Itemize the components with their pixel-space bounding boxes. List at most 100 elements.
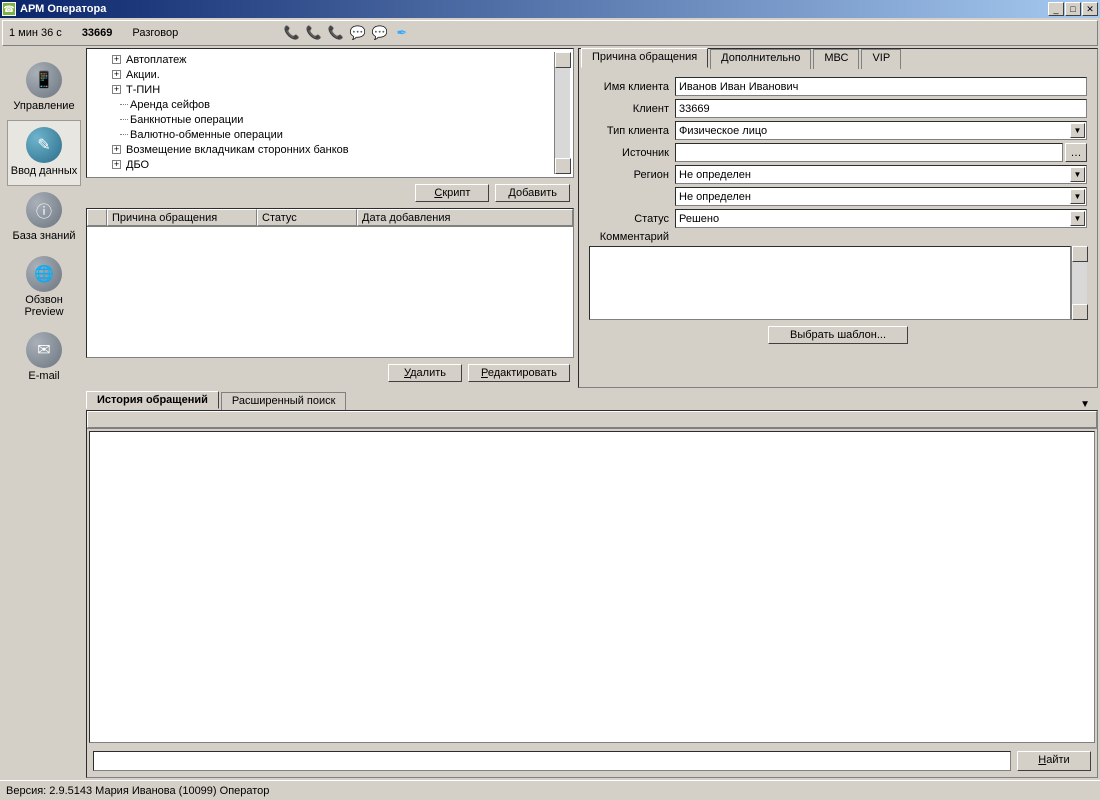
tree-leaf[interactable]: Аренда сейфов	[90, 97, 554, 112]
expand-icon[interactable]: +	[112, 145, 121, 154]
checkbox-column[interactable]	[87, 209, 107, 226]
sidebar-item-label: Управление	[13, 100, 74, 112]
tab-reason[interactable]: Причина обращения	[581, 48, 708, 68]
date-column[interactable]: Дата добавления	[357, 209, 573, 226]
details-panel: Причина обращения Дополнительно МВС VIP …	[578, 48, 1098, 388]
status-text: Версия: 2.9.5143 Мария Иванова (10099) О…	[6, 785, 269, 797]
tree-node[interactable]: +Возмещение вкладчикам сторонних банков	[90, 142, 554, 157]
window-controls: _ □ ✕	[1048, 2, 1098, 16]
tab-vip[interactable]: VIP	[861, 49, 901, 69]
topic-tree: +Автоплатеж +Акции. +Т-ПИН Аренда сейфов…	[86, 48, 574, 178]
delete-button[interactable]: Удалить	[388, 364, 462, 382]
status-bar: Версия: 2.9.5143 Мария Иванова (10099) О…	[0, 780, 1100, 800]
edit-button[interactable]: Редактировать	[468, 364, 570, 382]
client-label: Клиент	[589, 103, 675, 115]
expand-toggle-icon[interactable]: ▼	[1080, 399, 1090, 410]
region-select[interactable]: Не определен▼	[675, 165, 1087, 184]
history-table-header[interactable]	[87, 411, 1097, 429]
history-tabs: История обращений Расширенный поиск ▼	[86, 392, 1098, 410]
info-icon: ⓘ	[26, 192, 62, 228]
tab-advanced-search[interactable]: Расширенный поиск	[221, 392, 347, 410]
tree-node[interactable]: +Т-ПИН	[90, 82, 554, 97]
name-label: Имя клиента	[589, 81, 675, 93]
status-label: Статус	[589, 213, 675, 225]
tree-node[interactable]: +ДБО	[90, 157, 554, 172]
sidebar-item-knowledge-base[interactable]: ⓘ База знаний	[7, 186, 81, 250]
chat-gray-icon[interactable]: 💬	[371, 24, 389, 42]
source-input[interactable]	[675, 143, 1063, 162]
tab-mvs[interactable]: МВС	[813, 49, 859, 69]
sidebar-item-preview-dial[interactable]: 🌐 Обзвон Preview	[7, 250, 81, 326]
phone-red-icon[interactable]: 📞	[305, 24, 323, 42]
call-timer: 1 мин 36 с	[9, 27, 62, 39]
details-tabs: Причина обращения Дополнительно МВС VIP	[581, 49, 1095, 69]
history-search-input[interactable]	[93, 751, 1011, 771]
type-select[interactable]: Физическое лицо▼	[675, 121, 1087, 140]
feather-icon[interactable]: ✒	[393, 24, 411, 42]
comment-textarea[interactable]	[589, 246, 1071, 320]
choose-template-button[interactable]: Выбрать шаблон...	[768, 326, 908, 344]
history-results-area[interactable]	[89, 431, 1095, 743]
status-column[interactable]: Статус	[257, 209, 357, 226]
tree-scrollbar[interactable]	[554, 52, 570, 174]
sidebar-item-data-entry[interactable]: ✎ Ввод данных	[7, 120, 81, 186]
tree-node[interactable]: +Акции.	[90, 67, 554, 82]
tab-history[interactable]: История обращений	[86, 391, 219, 409]
type-label: Тип клиента	[589, 125, 675, 137]
reason-form: Имя клиента Клиент Тип клиентаФизическое…	[581, 69, 1095, 385]
source-browse-button[interactable]: …	[1065, 143, 1087, 162]
minimize-button[interactable]: _	[1048, 2, 1064, 16]
envelope-icon: ✉	[26, 332, 62, 368]
globe-icon: 🌐	[26, 256, 62, 292]
chevron-down-icon: ▼	[1070, 211, 1085, 226]
history-body: Найти	[86, 410, 1098, 778]
status-select[interactable]: Решено▼	[675, 209, 1087, 228]
reasons-table-header: Причина обращения Статус Дата добавления	[87, 209, 573, 227]
expand-icon[interactable]: +	[112, 85, 121, 94]
sidebar-item-label: E-mail	[28, 370, 59, 382]
expand-icon[interactable]: +	[112, 70, 121, 79]
history-section: История обращений Расширенный поиск ▼ На…	[86, 392, 1098, 778]
sidebar-item-label: Обзвон Preview	[7, 294, 81, 318]
tab-additional[interactable]: Дополнительно	[710, 49, 811, 69]
window-title: АРМ Оператора	[20, 3, 1048, 15]
sidebar-item-management[interactable]: 📱 Управление	[7, 56, 81, 120]
sidebar: 📱 Управление ✎ Ввод данных ⓘ База знаний…	[2, 48, 86, 778]
chevron-down-icon: ▼	[1070, 167, 1085, 182]
sidebar-item-email[interactable]: ✉ E-mail	[7, 326, 81, 390]
sidebar-item-label: База знаний	[12, 230, 75, 242]
maximize-button[interactable]: □	[1065, 2, 1081, 16]
phone-device-icon: 📱	[26, 62, 62, 98]
comment-scrollbar[interactable]	[1071, 246, 1087, 320]
expand-icon[interactable]: +	[112, 160, 121, 169]
tree-node[interactable]: +Автоплатеж	[90, 52, 554, 67]
region2-select[interactable]: Не определен▼	[675, 187, 1087, 206]
app-icon: ☎	[2, 2, 16, 16]
script-button[interactable]: Скрипт	[415, 184, 489, 202]
call-id: 33669	[82, 27, 113, 39]
phone-gray-icon[interactable]: 📞	[283, 24, 301, 42]
phone-orange-icon[interactable]: 📞	[327, 24, 345, 42]
history-column[interactable]	[87, 411, 1097, 428]
name-input[interactable]	[675, 77, 1087, 96]
main-area: +Автоплатеж +Акции. +Т-ПИН Аренда сейфов…	[86, 48, 1098, 778]
find-button[interactable]: Найти	[1017, 751, 1091, 771]
reasons-table-body[interactable]	[87, 227, 573, 357]
call-status: Разговор	[132, 27, 178, 39]
chevron-down-icon: ▼	[1070, 123, 1085, 138]
add-button[interactable]: Добавить	[495, 184, 570, 202]
call-info-bar: 1 мин 36 с 33669 Разговор 📞 📞 📞 💬 💬 ✒	[2, 20, 1098, 46]
tree-leaf[interactable]: Валютно-обменные операции	[90, 127, 554, 142]
reasons-table: Причина обращения Статус Дата добавления	[86, 208, 574, 358]
expand-icon[interactable]: +	[112, 55, 121, 64]
tree-list[interactable]: +Автоплатеж +Акции. +Т-ПИН Аренда сейфов…	[90, 52, 554, 174]
chat-green-icon[interactable]: 💬	[349, 24, 367, 42]
tree-leaf[interactable]: Банкнотные операции	[90, 112, 554, 127]
client-input[interactable]	[675, 99, 1087, 118]
sidebar-item-label: Ввод данных	[11, 165, 78, 177]
reasons-panel: +Автоплатеж +Акции. +Т-ПИН Аренда сейфов…	[86, 48, 574, 388]
chevron-down-icon: ▼	[1070, 189, 1085, 204]
reason-column[interactable]: Причина обращения	[107, 209, 257, 226]
pencil-icon: ✎	[26, 127, 62, 163]
close-button[interactable]: ✕	[1082, 2, 1098, 16]
